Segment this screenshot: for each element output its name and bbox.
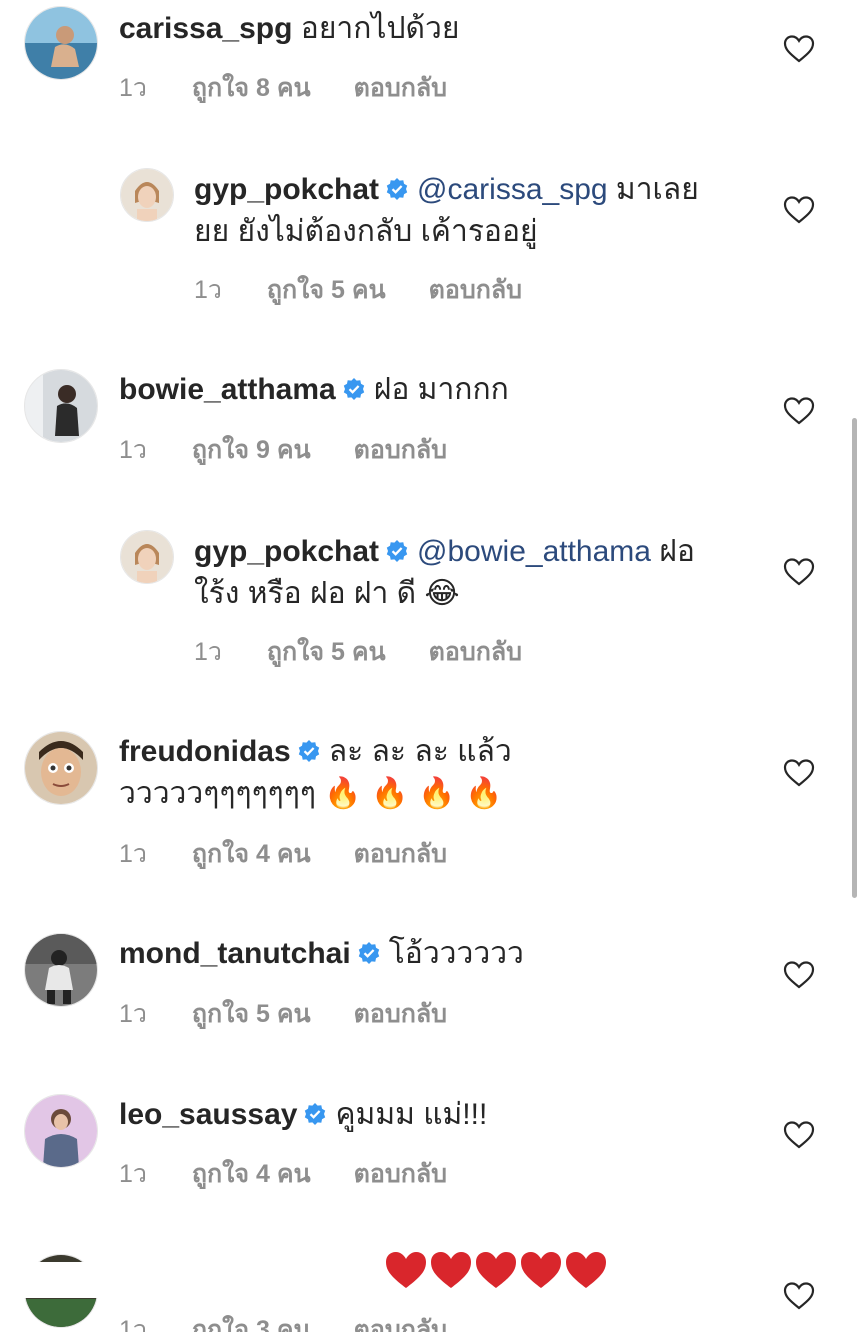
avatar[interactable]: [120, 168, 174, 222]
reply-button[interactable]: ตอบกลับ: [354, 74, 447, 102]
comment-text: leo_saussay คูมมม แม่!!!: [119, 1094, 487, 1136]
comment-meta: 1ว ถูกใจ 9 คน ตอบกลับ: [119, 430, 483, 470]
timestamp: 1ว: [119, 1316, 147, 1332]
avatar-image: [121, 531, 173, 583]
timestamp: 1ว: [194, 276, 222, 304]
like-count-link[interactable]: ถูกใจ 5 คน: [267, 276, 386, 304]
comment-text: carissa_spg อยากไปด้วย: [119, 8, 459, 50]
comments-list: carissa_spg อยากไปด้วย 1ว ถูกใจ 8 คน ตอบ…: [0, 0, 865, 1332]
scrollbar[interactable]: [852, 418, 857, 898]
red-heart-icon: [386, 1252, 606, 1288]
avatar[interactable]: [24, 731, 98, 805]
comment-message: มาเลย: [607, 173, 699, 206]
verified-badge-icon: [343, 378, 364, 400]
comment-message: ฝอ มากกก: [373, 373, 509, 406]
comment-text: [384, 1248, 608, 1304]
comment-message: คูมมม แม่!!!: [335, 1098, 488, 1131]
reply-button[interactable]: ตอบกลับ: [429, 276, 522, 304]
verified-badge-icon: [386, 540, 408, 562]
comment-message-line2: วววววๆๆๆๆๆๆๆ: [119, 777, 325, 810]
like-count-link[interactable]: ถูกใจ 4 คน: [192, 1160, 311, 1188]
username-link[interactable]: freudonidas: [119, 735, 291, 768]
comment-meta: 1ว ถูกใจ 3 คน ตอบกลับ: [119, 1310, 483, 1332]
verified-badge-icon: [298, 740, 319, 762]
comment-meta: 1ว ถูกใจ 5 คน ตอบกลับ: [194, 270, 558, 310]
avatar-image: [25, 7, 97, 79]
username-link[interactable]: gyp_pokchat: [194, 535, 379, 568]
timestamp: 1ว: [119, 436, 147, 464]
like-count-link[interactable]: ถูกใจ 9 คน: [192, 436, 311, 464]
avatar-image: [121, 169, 173, 221]
reply-button[interactable]: ตอบกลับ: [354, 436, 447, 464]
comment-text: gyp_pokchat @carissa_spg มาเลย ยย ยังไม่ต…: [194, 169, 754, 253]
comment-meta: 1ว ถูกใจ 5 คน ตอบกลับ: [194, 632, 558, 672]
heart-outline-icon[interactable]: [783, 1281, 815, 1311]
comment-message: โอ้วววววว: [388, 937, 524, 970]
like-count-link[interactable]: ถูกใจ 3 คน: [192, 1316, 311, 1332]
timestamp: 1ว: [119, 840, 147, 868]
heart-outline-icon[interactable]: [783, 960, 815, 990]
verified-badge-icon: [358, 942, 379, 964]
heart-outline-icon[interactable]: [783, 557, 815, 587]
heart-outline-icon[interactable]: [783, 396, 815, 426]
redaction-mask: [18, 1262, 384, 1298]
username-link[interactable]: carissa_spg: [119, 12, 292, 45]
reply-button[interactable]: ตอบกลับ: [354, 1316, 447, 1332]
reply-button[interactable]: ตอบกลับ: [354, 1000, 447, 1028]
comment-message: ละ ละ ละ แล้ว: [328, 735, 512, 768]
timestamp: 1ว: [119, 1000, 147, 1028]
avatar[interactable]: [120, 530, 174, 584]
comment-message: ฝอ: [650, 535, 695, 568]
mention-link[interactable]: @bowie_atthama: [417, 535, 651, 568]
reply-button[interactable]: ตอบกลับ: [354, 840, 447, 868]
reply-button[interactable]: ตอบกลับ: [354, 1160, 447, 1188]
verified-badge-icon: [386, 178, 408, 200]
username-link[interactable]: gyp_pokchat: [194, 173, 379, 206]
avatar[interactable]: [24, 369, 98, 443]
comment-meta: 1ว ถูกใจ 5 คน ตอบกลับ: [119, 994, 483, 1034]
like-count-link[interactable]: ถูกใจ 8 คน: [192, 74, 311, 102]
heart-outline-icon[interactable]: [783, 1120, 815, 1150]
comment-meta: 1ว ถูกใจ 4 คน ตอบกลับ: [119, 834, 483, 874]
fire-icon: 🔥 🔥 🔥 🔥: [324, 776, 503, 811]
heart-outline-icon[interactable]: [783, 758, 815, 788]
username-link[interactable]: bowie_atthama: [119, 373, 336, 406]
comment-message: อยากไปด้วย: [300, 12, 460, 45]
reply-button[interactable]: ตอบกลับ: [429, 638, 522, 666]
verified-badge-icon: [305, 1103, 326, 1125]
avatar[interactable]: [24, 1094, 98, 1168]
heart-outline-icon[interactable]: [783, 195, 815, 225]
avatar-image: [25, 1095, 97, 1167]
avatar[interactable]: [24, 933, 98, 1007]
face-with-tears-of-joy-icon: 😂: [424, 576, 460, 611]
comment-text: bowie_atthama ฝอ มากกก: [119, 369, 509, 411]
comment-meta: 1ว ถูกใจ 4 คน ตอบกลับ: [119, 1154, 483, 1194]
like-count-link[interactable]: ถูกใจ 5 คน: [192, 1000, 311, 1028]
comment-message-line2: ยย ยังไม่ต้องกลับ เค้ารออยู่: [194, 215, 538, 248]
comment-meta: 1ว ถูกใจ 8 คน ตอบกลับ: [119, 68, 483, 108]
avatar-image: [25, 934, 97, 1006]
username-link[interactable]: mond_tanutchai: [119, 937, 351, 970]
timestamp: 1ว: [119, 74, 147, 102]
username-link[interactable]: leo_saussay: [119, 1098, 297, 1131]
avatar-image: [25, 370, 97, 442]
comment-text: freudonidas ละ ละ ละ แล้ว วววววๆๆๆๆๆๆๆ 🔥 …: [119, 731, 759, 815]
heart-outline-icon[interactable]: [783, 34, 815, 64]
like-count-link[interactable]: ถูกใจ 4 คน: [192, 840, 311, 868]
comment-text: gyp_pokchat @bowie_atthama ฝอ ใร้ง หรือ ฝ…: [194, 531, 754, 615]
comment-text: mond_tanutchai โอ้วววววว: [119, 933, 524, 975]
avatar[interactable]: [24, 6, 98, 80]
comment-message-line2: ใร้ง หรือ ฝอ ฝา ดี: [194, 577, 425, 610]
avatar-image: [25, 732, 97, 804]
mention-link[interactable]: @carissa_spg: [417, 173, 608, 206]
timestamp: 1ว: [119, 1160, 147, 1188]
timestamp: 1ว: [194, 638, 222, 666]
like-count-link[interactable]: ถูกใจ 5 คน: [267, 638, 386, 666]
